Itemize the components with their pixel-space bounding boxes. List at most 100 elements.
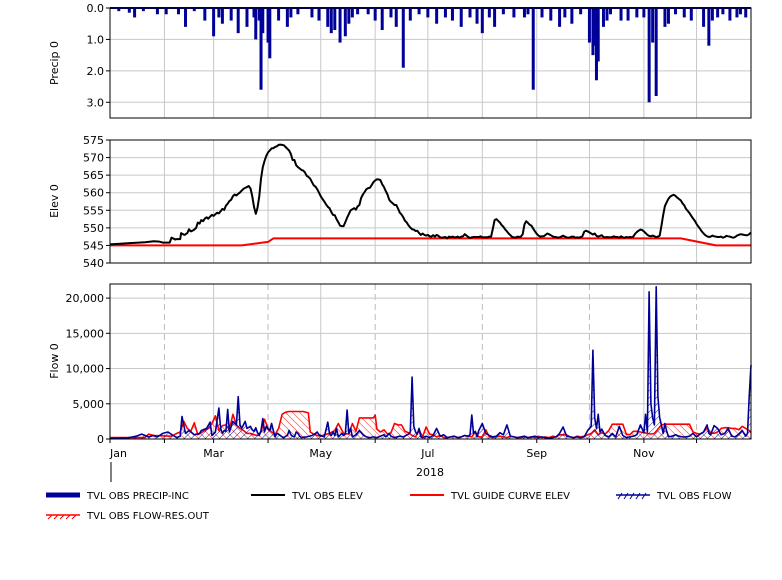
precip-bar	[570, 8, 574, 24]
flow-panel: 0 5,000 10,000 15,000 20,000 Flow 0	[48, 283, 752, 446]
guide-curve-line	[110, 237, 751, 247]
precip-bar	[735, 8, 739, 18]
precip-bar	[654, 8, 658, 96]
y-tick-label: 545	[83, 239, 104, 252]
y-tick-label: 565	[83, 169, 104, 182]
precip-panel: 0.0 1.0 2.0 3.0 Precip 0	[48, 2, 752, 119]
precip-bar	[647, 8, 651, 103]
y-tick-label: 5,000	[73, 398, 105, 411]
flow-lines	[109, 285, 752, 440]
precip-bar	[512, 8, 516, 18]
precip-bar	[619, 8, 623, 21]
hydrograph-chart: 0.0 1.0 2.0 3.0 Precip 0 540 545 550 555 560 565…	[46, 2, 752, 522]
precip-bar	[310, 8, 314, 18]
precip-bar	[268, 8, 272, 59]
precip-bar	[317, 8, 321, 21]
precip-bar	[289, 8, 293, 18]
precip-bar	[487, 8, 491, 18]
precip-bar	[587, 8, 591, 43]
precip-bar	[626, 8, 630, 21]
flow-line	[109, 285, 752, 440]
precip-y-axis-label: Precip 0	[48, 41, 61, 85]
precip-bar	[744, 8, 748, 18]
precip-bar	[212, 8, 216, 37]
x-tick-label: Jan	[109, 447, 127, 460]
flow-y-axis-label: Flow 0	[48, 343, 61, 379]
precip-y-ticks: 0.0 1.0 2.0 3.0	[87, 2, 110, 109]
precip-bar	[642, 8, 646, 18]
precip-bar	[716, 8, 720, 18]
precip-bar	[480, 8, 484, 34]
legend-item-precip: TVL OBS PRECIP-INC	[46, 491, 189, 502]
precip-bar	[702, 8, 706, 27]
precip-bar	[459, 8, 463, 27]
elev-y-ticks: 540 545 550 555 560 565 570 575	[83, 134, 110, 270]
y-tick-label: 540	[83, 257, 104, 270]
legend-label-precip: TVL OBS PRECIP-INC	[86, 491, 189, 502]
x-tick-label: May	[309, 447, 332, 460]
y-tick-label: 15,000	[66, 327, 105, 340]
precip-bar	[707, 8, 711, 46]
x-tick-label: Sep	[526, 447, 547, 460]
precip-bar	[426, 8, 430, 18]
x-axis-year-label: 2018	[416, 466, 444, 479]
legend-label-flow-res-out: TVL OBS FLOW-RES.OUT	[86, 511, 210, 522]
precip-bar	[380, 8, 384, 30]
y-tick-label: 575	[83, 134, 104, 147]
precip-bar	[651, 8, 655, 43]
precip-bar	[285, 8, 289, 27]
legend: TVL OBS PRECIP-INC TVL OBS ELEV TVL GUID…	[46, 491, 732, 522]
precip-bar	[245, 8, 249, 27]
y-tick-label: 555	[83, 204, 104, 217]
precip-bar	[540, 8, 544, 18]
precip-bar	[220, 8, 224, 24]
precip-bar	[343, 8, 347, 37]
precip-bar	[443, 8, 447, 18]
precip-bar	[468, 8, 472, 18]
precip-bar	[549, 8, 553, 21]
precip-bar	[493, 8, 497, 27]
precip-bar	[394, 8, 398, 27]
precip-bar	[475, 8, 479, 24]
precip-bar	[350, 8, 354, 18]
precip-bar	[663, 8, 667, 27]
precip-bar	[563, 8, 567, 18]
precip-bar	[596, 8, 600, 62]
y-tick-label: 20,000	[66, 292, 105, 305]
legend-item-guide-curve: TVL GUIDE CURVE ELEV	[410, 491, 570, 502]
legend-label-guide-curve: TVL GUIDE CURVE ELEV	[450, 491, 570, 502]
y-tick-label: 2.0	[87, 65, 105, 78]
legend-item-flow: TVL OBS FLOW	[616, 491, 732, 502]
precip-bar	[558, 8, 562, 27]
x-tick-label: Mar	[203, 447, 224, 460]
precip-bar	[236, 8, 240, 34]
precip-bar	[635, 8, 639, 18]
precip-bar	[333, 8, 337, 30]
precip-bar	[184, 8, 188, 27]
elev-line	[109, 143, 752, 246]
legend-swatch-flow-hatch	[617, 492, 647, 500]
precip-bar	[133, 8, 137, 18]
legend-label-elev: TVL OBS ELEV	[291, 491, 363, 502]
precip-bar	[666, 8, 670, 24]
x-tick-label: Jul	[420, 447, 434, 460]
y-tick-label: 1.0	[87, 33, 105, 46]
precip-bar	[522, 8, 526, 18]
x-axis: 2018 Jan Mar May Jul Sep Nov	[109, 439, 698, 482]
elev-panel: 540 545 550 555 560 565 570 575 Elev 0	[48, 134, 752, 270]
precip-bar	[710, 8, 714, 21]
precip-bar	[277, 8, 281, 21]
y-tick-label: 550	[83, 222, 104, 235]
precip-bar	[435, 8, 439, 24]
legend-item-elev: TVL OBS ELEV	[251, 491, 363, 502]
precip-bar	[203, 8, 207, 21]
precip-bar	[450, 8, 454, 21]
precip-bar	[338, 8, 342, 43]
precip-bar	[682, 8, 686, 18]
elev-y-axis-label: Elev 0	[48, 184, 61, 218]
precip-bar	[408, 8, 412, 21]
y-tick-label: 570	[83, 152, 104, 165]
precip-bar	[728, 8, 732, 21]
precip-bars	[110, 7, 751, 103]
elev-lines	[109, 143, 752, 247]
